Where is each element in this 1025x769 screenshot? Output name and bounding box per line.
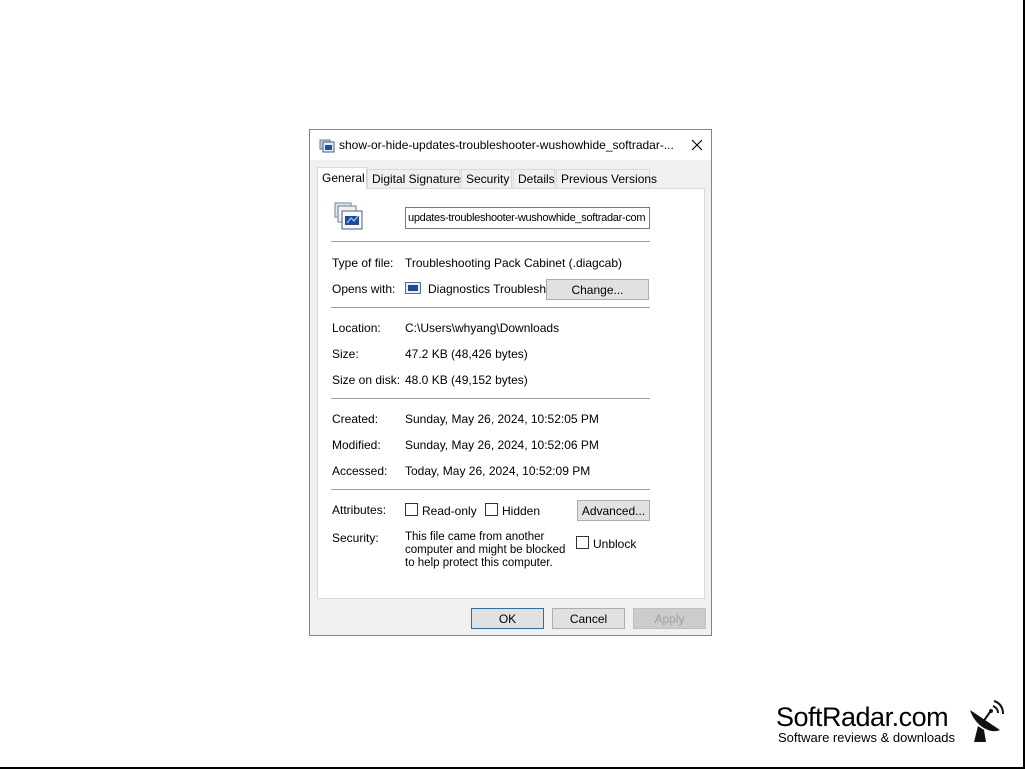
modified-label: Modified: xyxy=(332,438,381,452)
location-label: Location: xyxy=(332,321,381,335)
tab-details[interactable]: Details xyxy=(513,169,555,188)
accessed-value: Today, May 26, 2024, 10:52:09 PM xyxy=(405,464,591,478)
size-label: Size: xyxy=(332,347,359,361)
properties-dialog: show-or-hide-updates-troubleshooter-wush… xyxy=(309,129,712,636)
size-on-disk-label: Size on disk: xyxy=(332,373,401,387)
separator xyxy=(331,489,650,490)
cancel-button[interactable]: Cancel xyxy=(552,608,625,629)
attributes-label: Attributes: xyxy=(332,503,387,517)
readonly-checkbox[interactable] xyxy=(405,503,418,516)
close-icon xyxy=(691,139,702,150)
unblock-checkbox[interactable] xyxy=(576,536,589,549)
unblock-label[interactable]: Unblock xyxy=(593,537,636,551)
security-label: Security: xyxy=(332,531,379,545)
type-of-file-label: Type of file: xyxy=(332,256,394,270)
hidden-checkbox[interactable] xyxy=(485,503,498,516)
size-on-disk-value: 48.0 KB (49,152 bytes) xyxy=(405,373,528,387)
apply-button: Apply xyxy=(633,608,706,629)
hidden-label[interactable]: Hidden xyxy=(502,504,540,518)
ok-button[interactable]: OK xyxy=(471,608,544,629)
readonly-label[interactable]: Read-only xyxy=(422,504,477,518)
separator xyxy=(331,307,650,308)
tab-previous-versions[interactable]: Previous Versions xyxy=(556,169,657,188)
diagcab-file-icon xyxy=(319,139,335,153)
general-panel: Type of file: Troubleshooting Pack Cabin… xyxy=(317,188,705,599)
advanced-button[interactable]: Advanced... xyxy=(577,500,650,521)
tab-security[interactable]: Security xyxy=(461,169,512,188)
brand-name: SoftRadar.com xyxy=(776,702,949,732)
satellite-dish-icon xyxy=(970,700,1004,742)
file-name-input[interactable] xyxy=(405,207,650,229)
brand-tagline: Software reviews & downloads xyxy=(778,730,956,745)
tab-general[interactable]: General xyxy=(317,167,367,189)
diagnostics-app-icon xyxy=(405,282,421,294)
modified-value: Sunday, May 26, 2024, 10:52:06 PM xyxy=(405,438,599,452)
close-button[interactable] xyxy=(682,130,711,159)
tab-digital-signatures[interactable]: Digital Signatures xyxy=(367,169,466,188)
opens-with-label: Opens with: xyxy=(332,282,396,296)
created-label: Created: xyxy=(332,412,379,426)
change-button[interactable]: Change... xyxy=(546,279,649,300)
opens-with-value: Diagnostics Troublesho xyxy=(428,282,553,296)
separator xyxy=(331,241,650,242)
title-bar[interactable]: show-or-hide-updates-troubleshooter-wush… xyxy=(310,130,711,160)
security-warning-text: This file came from another computer and… xyxy=(405,531,566,569)
size-value: 47.2 KB (48,426 bytes) xyxy=(405,347,528,361)
type-of-file-value: Troubleshooting Pack Cabinet (.diagcab) xyxy=(405,256,623,270)
diagcab-file-icon xyxy=(334,202,363,230)
window-title: show-or-hide-updates-troubleshooter-wush… xyxy=(339,138,674,152)
separator xyxy=(331,398,650,399)
accessed-label: Accessed: xyxy=(332,464,388,478)
location-value: C:\Users\whyang\Downloads xyxy=(405,321,560,335)
created-value: Sunday, May 26, 2024, 10:52:05 PM xyxy=(405,412,599,426)
